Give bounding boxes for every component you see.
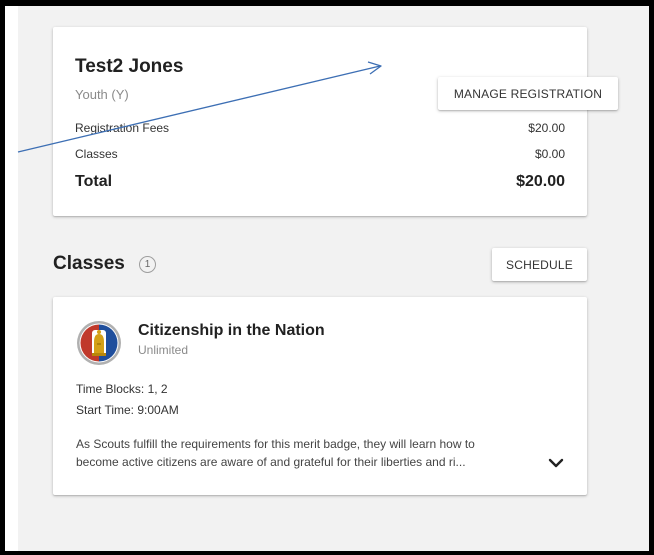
fee-row-classes: Classes $0.00 [75,147,565,161]
fee-label: Registration Fees [75,121,170,135]
class-capacity: Unlimited [138,343,189,357]
registrant-name: Test2 Jones [75,56,184,77]
fee-row-registration: Registration Fees $20.00 [75,121,565,135]
fee-row-total: Total $20.00 [75,173,565,191]
class-card: Citizenship in the Nation Unlimited Time… [53,297,587,495]
registration-card: Test2 Jones Youth (Y) MANAGE REGISTRATIO… [53,27,618,216]
class-name[interactable]: Citizenship in the Nation [138,322,325,340]
schedule-button[interactable]: SCHEDULE [492,248,587,281]
class-description: As Scouts fulfill the requirements for t… [76,435,556,471]
total-amount: $20.00 [516,173,565,190]
class-start-time: Start Time: 9:00AM [76,403,179,417]
class-time-blocks: Time Blocks: 1, 2 [76,382,168,396]
left-margin-strip [5,6,18,551]
fee-amount: $20.00 [528,121,565,135]
classes-count-badge: 1 [139,256,156,273]
registrant-type: Youth (Y) [75,87,129,102]
description-line: As Scouts fulfill the requirements for t… [76,437,475,451]
manage-registration-button[interactable]: MANAGE REGISTRATION [438,77,618,110]
total-label: Total [75,173,113,190]
fee-label: Classes [75,147,118,161]
classes-section-title: Classes [53,253,125,274]
description-line: become active citizens are aware of and … [76,455,466,469]
chevron-down-icon[interactable] [548,458,564,470]
citizenship-merit-badge-icon [77,321,121,365]
fee-amount: $0.00 [534,147,565,161]
